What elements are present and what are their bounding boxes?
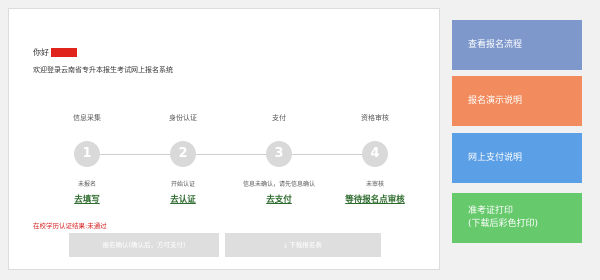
admission-ticket-button[interactable]: 准考证打印 (下载后彩色打印) bbox=[452, 193, 582, 243]
download-form-button[interactable]: ⤓ 下载报名表 bbox=[225, 233, 381, 257]
step-3-title: 支付 bbox=[272, 114, 286, 122]
step-1-state: 未报名 bbox=[77, 181, 96, 188]
step-3-state: 信息未确认，请先信息确认 bbox=[242, 181, 315, 188]
confirm-registration-button[interactable]: 报名确认(确认后，方可支付) bbox=[69, 233, 219, 257]
demo-guide-button[interactable]: 报名演示说明 bbox=[452, 76, 582, 126]
step-4-state: 未审核 bbox=[365, 181, 384, 188]
view-process-button[interactable]: 查看报名流程 bbox=[452, 20, 582, 70]
main-panel: 你好 欢迎登录云南省专升本报生考试网上报名系统 信息采集 身份认证 支付 资格审… bbox=[8, 8, 440, 270]
step-4-circle: 4 bbox=[362, 141, 388, 167]
step-2-state: 开始认证 bbox=[170, 181, 195, 188]
redacted-username bbox=[51, 48, 77, 57]
welcome-text: 欢迎登录云南省专升本报生考试网上报名系统 bbox=[33, 66, 173, 74]
step-2-title: 身份认证 bbox=[169, 114, 197, 122]
step-1-title: 信息采集 bbox=[73, 114, 101, 122]
progress-line bbox=[87, 154, 379, 155]
step-1-circle: 1 bbox=[74, 141, 100, 167]
step-2-circle: 2 bbox=[170, 141, 196, 167]
verify-link[interactable]: 去认证 bbox=[133, 193, 233, 205]
step-3-circle: 3 bbox=[266, 141, 292, 167]
step-4-title: 资格审核 bbox=[361, 114, 389, 122]
greeting: 你好 bbox=[33, 47, 77, 58]
pay-link[interactable]: 去支付 bbox=[229, 193, 329, 205]
verification-result: 在校学历认证结果:未通过 bbox=[33, 222, 107, 230]
fill-in-link[interactable]: 去填写 bbox=[37, 193, 137, 205]
payment-guide-button[interactable]: 网上支付说明 bbox=[452, 133, 582, 183]
await-review-link[interactable]: 等待报名点审核 bbox=[325, 193, 425, 205]
